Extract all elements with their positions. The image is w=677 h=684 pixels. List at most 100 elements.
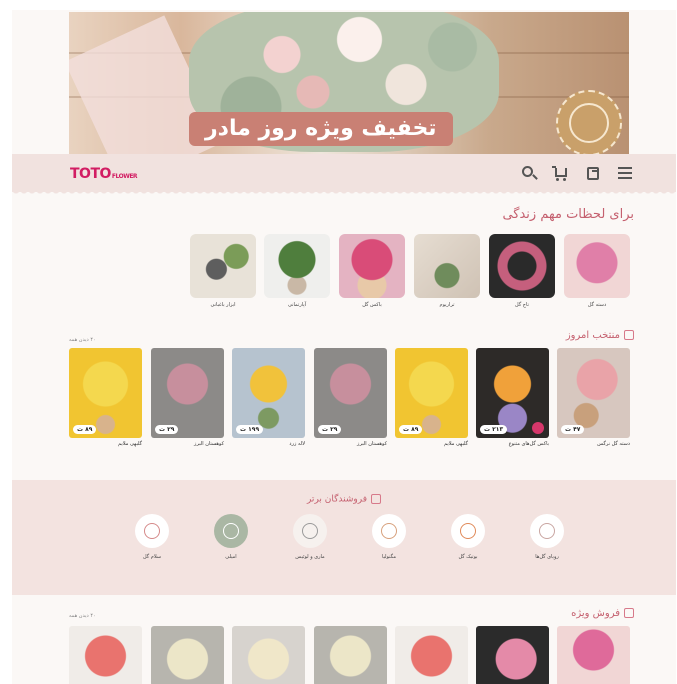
product-image: ۲۹ ت: [151, 348, 224, 438]
product-image[interactable]: [69, 626, 142, 684]
price-tag: ۲۱۳ ت: [480, 425, 508, 434]
app-frame: تخفیف ویژه روز مادر TOTOFLOWER برای لحظا…: [12, 10, 676, 684]
product-image[interactable]: [314, 626, 387, 684]
top-sellers-title: فروشندگان برتر: [12, 494, 676, 505]
product-card[interactable]: ۲۹ ت کوهستان البرز: [314, 348, 387, 447]
price-tag: ۲۹ ت: [318, 425, 342, 434]
logo-main: TOTO: [70, 166, 111, 182]
product-image[interactable]: [476, 626, 549, 684]
logo[interactable]: TOTOFLOWER: [70, 166, 138, 182]
seal-ring: [569, 103, 609, 143]
product-image[interactable]: [395, 626, 468, 684]
page: تخفیف ویژه روز مادر TOTOFLOWER برای لحظا…: [0, 0, 677, 684]
product-image: ۱۹۹ ت: [232, 348, 305, 438]
today-picks-title: منتخب امروز: [566, 330, 634, 341]
special-sale-see-all[interactable]: ۴۰ دیدن همه: [69, 613, 96, 619]
moments-title: برای لحظات مهم زندگی: [502, 207, 634, 222]
product-name: لاله زرد: [289, 441, 305, 447]
vendor-avatar: [214, 514, 248, 548]
category-flower-box[interactable]: باکس گل: [339, 234, 405, 308]
category-houseplant[interactable]: آپارتمانی: [264, 234, 330, 308]
category-label: تاج گل: [515, 302, 529, 308]
menu-icon[interactable]: [616, 164, 634, 182]
discount-tag-icon: [624, 608, 634, 618]
vendor-name: ماری و لوئیس: [295, 554, 325, 560]
product-card[interactable]: ۸۹ ت گلبهی ملایم: [69, 348, 142, 447]
category-image: [339, 234, 405, 298]
category-terrarium[interactable]: تراریوم: [414, 234, 480, 308]
product-image[interactable]: [557, 626, 630, 684]
special-sale-title: فروش ویژه: [571, 608, 634, 619]
product-card[interactable]: ۲۹ ت کوهستان البرز: [151, 348, 224, 447]
header-bar: TOTOFLOWER: [12, 154, 676, 196]
vendor-name: مگنولیا: [381, 554, 397, 560]
vendor-name: رویای گل‌ها: [535, 554, 559, 560]
price-tag: ۸۹ ت: [73, 425, 97, 434]
heart-icon[interactable]: [532, 422, 544, 434]
product-card[interactable]: ۲۱۳ ت باکس گل‌های متنوع: [476, 348, 549, 447]
vendor-item[interactable]: سلام گل: [122, 514, 182, 560]
product-name: گلبهی ملایم: [118, 441, 142, 447]
vendor-item[interactable]: ماری و لوئیس: [280, 514, 340, 560]
category-garden-tools[interactable]: ابزار باغبانی: [190, 234, 256, 308]
today-picks-title-text: منتخب امروز: [565, 330, 620, 341]
header-icons: [520, 164, 634, 182]
vendor-name: بوتیک گل: [458, 554, 478, 560]
bag-icon[interactable]: [584, 164, 602, 182]
price-tag: ۸۹ ت: [399, 425, 423, 434]
product-name: کوهستان البرز: [357, 441, 387, 447]
category-label: دسته گل: [587, 302, 607, 308]
category-image: [190, 234, 256, 298]
product-name: دسته گل نرگس: [597, 441, 630, 447]
hero-headline: تخفیف ویژه روز مادر: [189, 112, 453, 146]
product-name: کوهستان البرز: [194, 441, 224, 447]
category-label: آپارتمانی: [287, 302, 307, 308]
vendor-avatar: [451, 514, 485, 548]
vendor-item[interactable]: رویای گل‌ها: [517, 514, 577, 560]
category-image: [489, 234, 555, 298]
product-image[interactable]: [151, 626, 224, 684]
product-image: ۸۹ ت: [395, 348, 468, 438]
vendor-avatar: [530, 514, 564, 548]
vendor-item[interactable]: بوتیک گل: [438, 514, 498, 560]
vendor-avatar: [372, 514, 406, 548]
heart-tag-icon: [624, 330, 634, 340]
flower-store-seal-icon: [556, 90, 622, 154]
category-label: ابزار باغبانی: [210, 302, 236, 308]
product-image: ۲۹ ت: [314, 348, 387, 438]
cart-icon[interactable]: [552, 164, 570, 182]
vendor-item[interactable]: امیلی: [201, 514, 261, 560]
category-image: [414, 234, 480, 298]
product-card[interactable]: ۴۷ ت دسته گل نرگس: [557, 348, 630, 447]
product-card[interactable]: ۸۹ ت گلبهی ملایم: [395, 348, 468, 447]
product-card[interactable]: ۱۹۹ ت لاله زرد: [232, 348, 305, 447]
product-name: باکس گل‌های متنوع: [508, 441, 549, 447]
special-sale-row: [69, 626, 630, 684]
today-picks-see-all[interactable]: ۴۰ دیدن همه: [69, 337, 96, 343]
vendor-avatar: [293, 514, 327, 548]
top-sellers-title-text: فروشندگان برتر: [306, 494, 368, 505]
product-name: گلبهی ملایم: [444, 441, 468, 447]
torn-edge: [12, 190, 676, 196]
price-tag: ۲۹ ت: [155, 425, 179, 434]
product-image[interactable]: [232, 626, 305, 684]
category-list: دسته گل تاج گل تراریوم باکس گل آپارتمانی…: [190, 234, 630, 314]
category-image: [564, 234, 630, 298]
category-label: تراریوم: [439, 302, 455, 308]
price-tag: ۱۹۹ ت: [236, 425, 264, 434]
logo-sub: FLOWER: [111, 173, 138, 180]
vendor-name: امیلی: [225, 554, 237, 560]
price-tag: ۴۷ ت: [561, 425, 585, 434]
vendor-name: سلام گل: [142, 554, 162, 560]
vendor-avatar: [135, 514, 169, 548]
store-icon: [371, 494, 382, 504]
product-image: ۸۹ ت: [69, 348, 142, 438]
top-sellers-section: فروشندگان برتر رویای گل‌ها بوتیک گل مگنو…: [12, 480, 676, 595]
search-icon[interactable]: [520, 164, 538, 182]
category-bouquet[interactable]: دسته گل: [564, 234, 630, 308]
vendor-item[interactable]: مگنولیا: [359, 514, 419, 560]
hero-banner[interactable]: تخفیف ویژه روز مادر: [69, 12, 629, 154]
special-sale-title-text: فروش ویژه: [571, 608, 620, 619]
category-wreath[interactable]: تاج گل: [489, 234, 555, 308]
category-image: [264, 234, 330, 298]
